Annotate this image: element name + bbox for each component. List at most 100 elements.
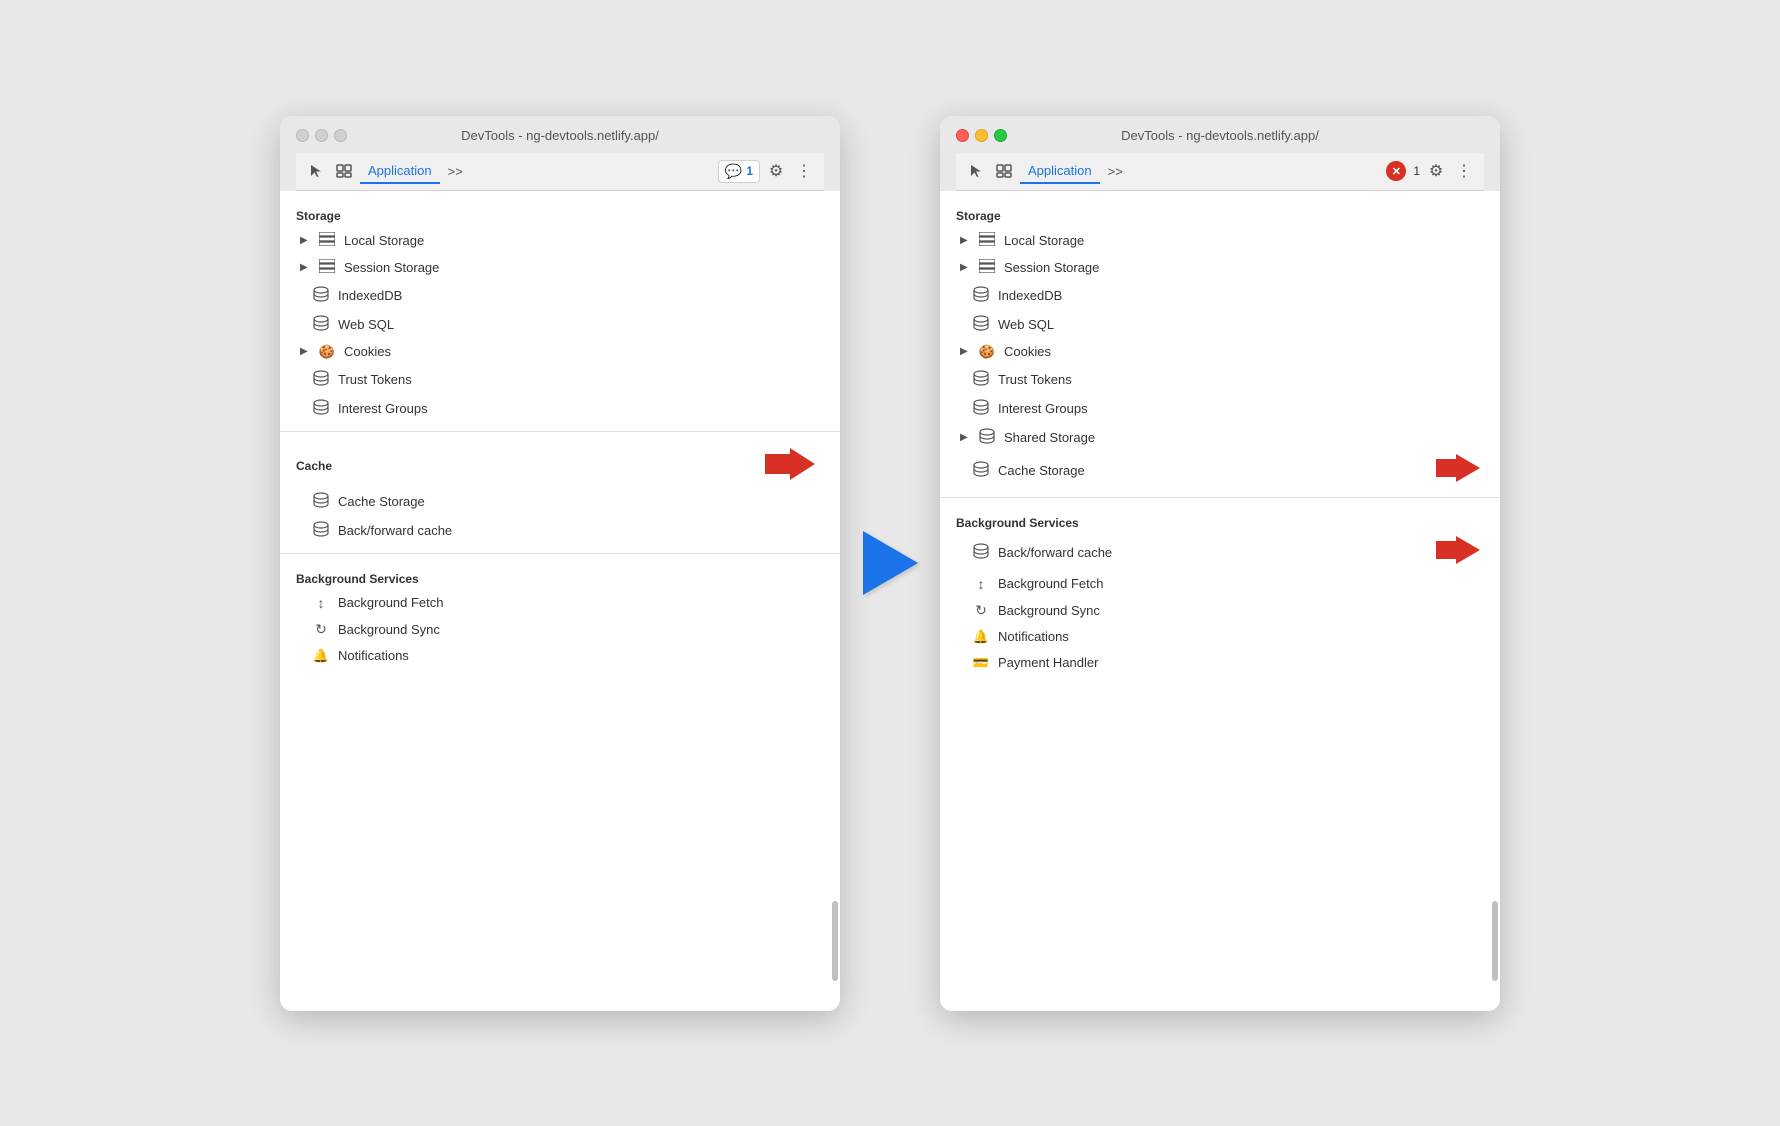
right-application-tab[interactable]: Application	[1020, 159, 1100, 184]
left-local-storage-arrow: ▶	[300, 235, 310, 246]
right-notifications-item[interactable]: 🔔 Notifications	[940, 624, 1500, 650]
right-cookies-icon: 🍪	[978, 344, 996, 360]
right-traffic-lights	[956, 129, 1007, 142]
right-payment-handler-item[interactable]: 💳 Payment Handler	[940, 650, 1500, 676]
right-title-bar-top: DevTools - ng-devtools.netlify.app/	[956, 128, 1484, 143]
right-badge-button[interactable]: ✕ 1	[1386, 161, 1420, 181]
right-menu-icon[interactable]: ⋮	[1452, 159, 1476, 183]
right-maximize-button[interactable]	[994, 129, 1007, 142]
right-session-storage-arrow: ▶	[960, 262, 970, 273]
left-layers-icon[interactable]	[332, 159, 356, 183]
left-bg-fetch-item[interactable]: ↕ Background Fetch	[280, 590, 840, 616]
left-cache-storage-icon	[312, 492, 330, 511]
right-storage-header: Storage	[940, 199, 1500, 227]
left-menu-icon[interactable]: ⋮	[792, 159, 816, 183]
right-close-button[interactable]	[956, 129, 969, 142]
right-backforward-red-arrow	[1432, 534, 1484, 571]
right-background-header: Background Services	[940, 506, 1500, 534]
right-bg-fetch-item[interactable]: ↕ Background Fetch	[940, 571, 1500, 597]
left-badge-button[interactable]: 💬 1	[718, 160, 760, 183]
right-cache-storage-icon	[972, 461, 990, 480]
left-maximize-button[interactable]	[334, 129, 347, 142]
right-minimize-button[interactable]	[975, 129, 988, 142]
left-trust-tokens-icon	[312, 370, 330, 389]
left-session-storage-item[interactable]: ▶ Session Storage	[280, 254, 840, 281]
blue-arrow-shape	[863, 531, 918, 595]
right-session-storage-icon	[978, 259, 996, 276]
left-cookies-icon: 🍪	[318, 344, 336, 360]
right-cookies-item[interactable]: ▶ 🍪 Cookies	[940, 339, 1500, 365]
right-notifications-label: Notifications	[998, 629, 1069, 644]
right-window-title: DevTools - ng-devtools.netlify.app/	[1121, 128, 1319, 143]
left-interest-groups-icon	[312, 399, 330, 418]
left-storage-header: Storage	[280, 199, 840, 227]
left-cursor-icon[interactable]	[304, 159, 328, 183]
right-backforward-cache-item[interactable]: Back/forward cache	[940, 538, 1432, 567]
left-scrollbar-thumb[interactable]	[832, 901, 838, 981]
left-cookies-label: Cookies	[344, 344, 391, 359]
right-local-storage-item[interactable]: ▶ Local Storage	[940, 227, 1500, 254]
right-layers-icon[interactable]	[992, 159, 1016, 183]
left-local-storage-item[interactable]: ▶ Local Storage	[280, 227, 840, 254]
right-interest-groups-item[interactable]: Interest Groups	[940, 394, 1500, 423]
left-indexeddb-label: IndexedDB	[338, 288, 402, 303]
right-panel: Storage ▶ Local Storage ▶ Session Storag…	[940, 191, 1500, 1011]
left-divider-2	[280, 553, 840, 554]
right-cookies-label: Cookies	[1004, 344, 1051, 359]
left-chat-icon: 💬	[725, 163, 742, 180]
right-local-storage-icon	[978, 232, 996, 249]
left-local-storage-label: Local Storage	[344, 233, 424, 248]
left-cache-header-row: Cache	[280, 440, 840, 487]
left-notifications-item[interactable]: 🔔 Notifications	[280, 643, 840, 669]
right-scrollbar-thumb[interactable]	[1492, 901, 1498, 981]
left-backforward-cache-item[interactable]: Back/forward cache	[280, 516, 840, 545]
left-indexeddb-item[interactable]: IndexedDB	[280, 281, 840, 310]
right-shared-storage-label: Shared Storage	[1004, 430, 1095, 445]
left-local-storage-icon	[318, 232, 336, 249]
right-websql-item[interactable]: Web SQL	[940, 310, 1500, 339]
left-interest-groups-item[interactable]: Interest Groups	[280, 394, 840, 423]
right-bg-sync-item[interactable]: ↻ Background Sync	[940, 597, 1500, 624]
right-cache-storage-item[interactable]: Cache Storage	[940, 456, 1432, 485]
left-panel: Storage ▶ Local Storage ▶ Session Storag…	[280, 191, 840, 1011]
left-backforward-label: Back/forward cache	[338, 523, 452, 538]
left-websql-item[interactable]: Web SQL	[280, 310, 840, 339]
left-indexeddb-icon	[312, 286, 330, 305]
left-settings-icon[interactable]: ⚙	[764, 159, 788, 183]
left-browser-window: DevTools - ng-devtools.netlify.app/	[280, 116, 840, 1011]
right-backforward-icon	[972, 543, 990, 562]
left-bg-fetch-label: Background Fetch	[338, 595, 444, 610]
left-session-storage-arrow: ▶	[300, 262, 310, 273]
right-payment-handler-label: Payment Handler	[998, 655, 1098, 670]
right-settings-icon[interactable]: ⚙	[1424, 159, 1448, 183]
right-indexeddb-item[interactable]: IndexedDB	[940, 281, 1500, 310]
left-trust-tokens-item[interactable]: Trust Tokens	[280, 365, 840, 394]
left-cache-storage-item[interactable]: Cache Storage	[280, 487, 840, 516]
right-bg-fetch-icon: ↕	[972, 576, 990, 592]
left-application-tab[interactable]: Application	[360, 159, 440, 184]
left-cache-storage-label: Cache Storage	[338, 494, 425, 509]
left-badge-count: 1	[746, 164, 753, 178]
left-session-storage-icon	[318, 259, 336, 276]
right-websql-icon	[972, 315, 990, 334]
left-cookies-item[interactable]: ▶ 🍪 Cookies	[280, 339, 840, 365]
right-indexeddb-icon	[972, 286, 990, 305]
right-more-button[interactable]: >>	[1104, 162, 1127, 181]
left-bg-fetch-icon: ↕	[312, 595, 330, 611]
right-shared-storage-arrow: ▶	[960, 432, 970, 443]
left-divider-1	[280, 431, 840, 432]
left-close-button[interactable]	[296, 129, 309, 142]
right-cursor-icon[interactable]	[964, 159, 988, 183]
right-trust-tokens-item[interactable]: Trust Tokens	[940, 365, 1500, 394]
left-bg-sync-item[interactable]: ↻ Background Sync	[280, 616, 840, 643]
left-toolbar: Application >> 💬 1 ⚙ ⋮	[296, 153, 824, 191]
right-session-storage-item[interactable]: ▶ Session Storage	[940, 254, 1500, 281]
right-cache-storage-label: Cache Storage	[998, 463, 1085, 478]
right-session-storage-label: Session Storage	[1004, 260, 1099, 275]
left-cache-red-arrow	[760, 446, 820, 487]
right-interest-groups-icon	[972, 399, 990, 418]
right-shared-storage-item[interactable]: ▶ Shared Storage	[940, 423, 1500, 452]
left-window-title: DevTools - ng-devtools.netlify.app/	[461, 128, 659, 143]
left-minimize-button[interactable]	[315, 129, 328, 142]
left-more-button[interactable]: >>	[444, 162, 467, 181]
